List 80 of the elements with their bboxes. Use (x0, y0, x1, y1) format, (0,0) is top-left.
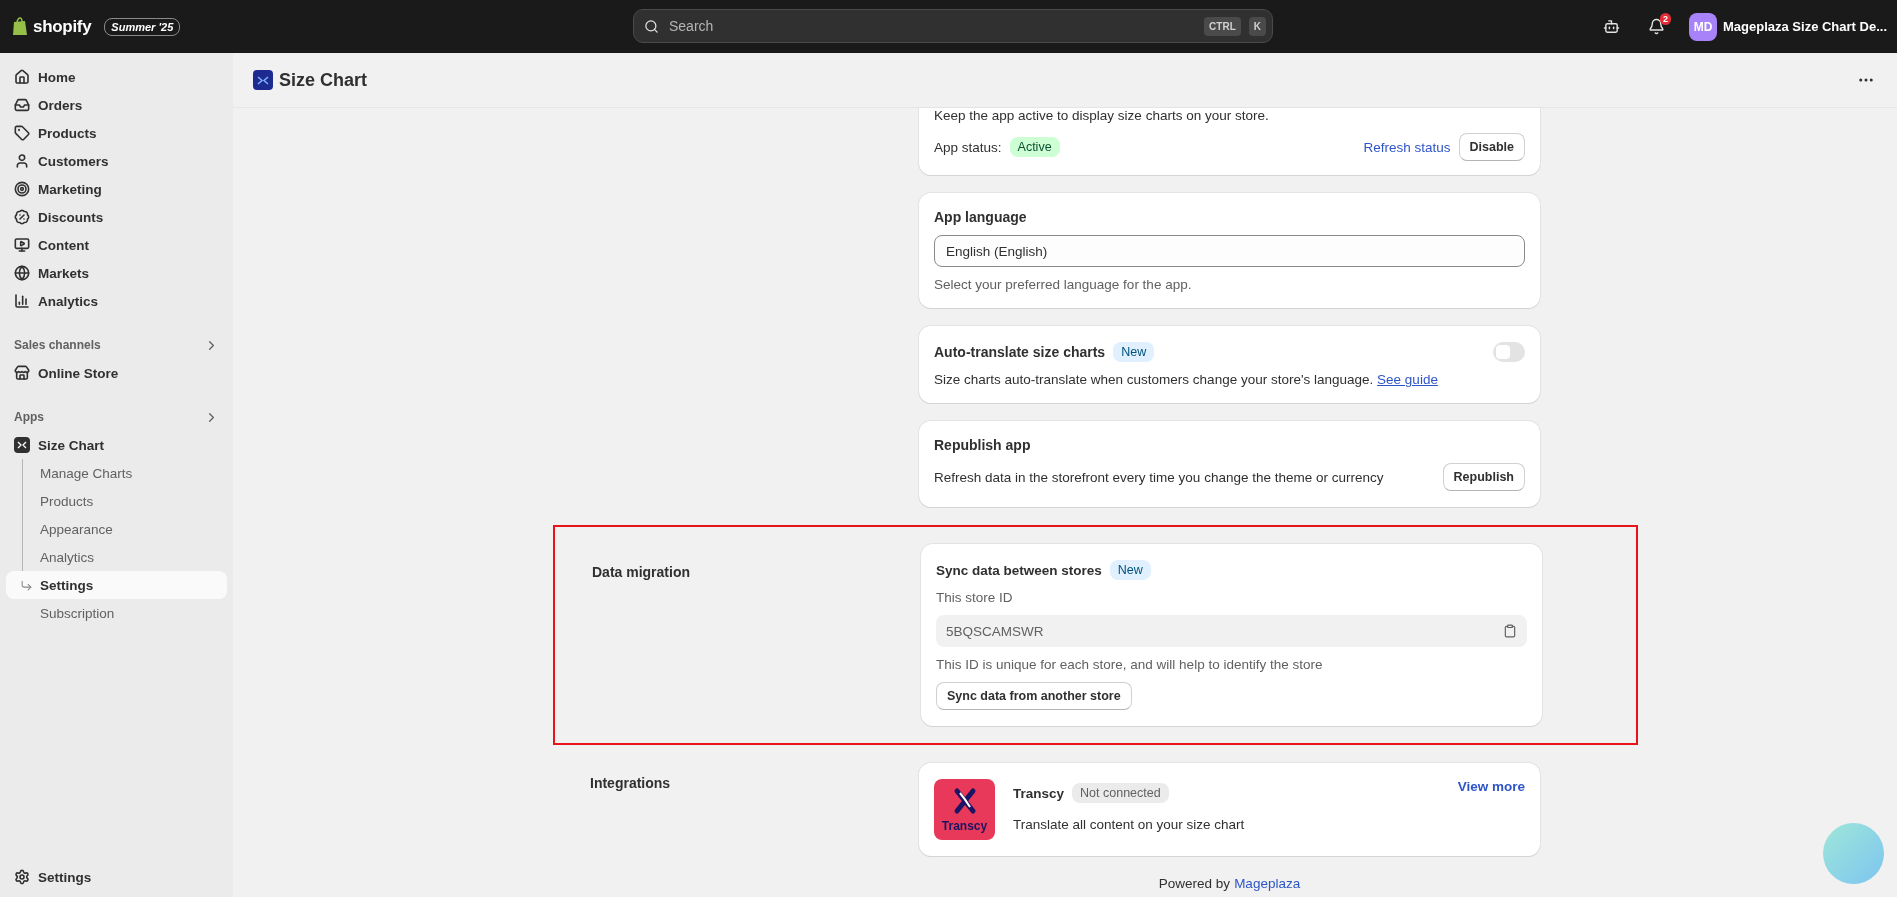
new-badge: New (1113, 342, 1155, 362)
nav-item[interactable]: Settings (6, 863, 227, 891)
nav-icon (14, 125, 30, 141)
status-badge: Not connected (1072, 783, 1169, 803)
new-badge: New (1109, 560, 1151, 580)
settings-icon (14, 869, 30, 885)
page-title: Size Chart (279, 69, 368, 91)
view-more-link[interactable]: View more (1457, 779, 1525, 794)
copy-icon[interactable] (1503, 624, 1517, 638)
store-id-field[interactable]: 5BQSCAMSWR (936, 615, 1527, 647)
nav-subitem[interactable]: Manage Charts (6, 459, 227, 487)
help-text: This ID is unique for each store, and will help to identify the store (936, 657, 1324, 672)
republish-button[interactable]: Republish (1442, 463, 1525, 491)
card-title: Auto-translate size charts (934, 344, 1106, 360)
help-text: Select your preferred language for the app. (934, 277, 1193, 292)
notification-count: 2 (1660, 13, 1671, 25)
nav-icon (14, 153, 30, 169)
card-title: App language (934, 209, 1028, 225)
account-button[interactable]: MD Mageplaza Size Chart De... (1689, 12, 1887, 41)
card-title: Republish app (934, 437, 1032, 453)
nav-item[interactable]: Customers (6, 147, 227, 175)
search-icon (644, 18, 659, 34)
see-guide-link[interactable]: See guide (1377, 372, 1438, 387)
nav-subitem[interactable]: Analytics (6, 543, 227, 571)
shortcut-key: CTRL (1204, 16, 1241, 36)
card-title: Sync data between stores (936, 562, 1102, 578)
branch-arrow-icon (20, 578, 33, 592)
nav-icon (14, 237, 30, 253)
nav-subitem[interactable]: Appearance (6, 515, 227, 543)
nav-icon (14, 97, 30, 113)
shortcut-key: K (1248, 16, 1266, 36)
nav-item[interactable]: Size Chart (6, 431, 227, 459)
app-icon (14, 437, 30, 453)
nav-item[interactable]: Discounts (6, 203, 227, 231)
store-icon (14, 365, 30, 381)
sync-button[interactable]: Sync data from another store (936, 682, 1132, 710)
nav-item[interactable]: Products (6, 119, 227, 147)
logo-text: Transcy (941, 818, 988, 833)
nav-item[interactable]: Markets (6, 259, 227, 287)
edition-badge: Summer '25 (104, 17, 181, 36)
nav-icon (14, 69, 30, 85)
nav-icon (14, 181, 30, 197)
disable-button[interactable]: Disable (1458, 133, 1525, 161)
field-label: This store ID (936, 590, 1014, 605)
nav-item[interactable]: Online Store (6, 359, 227, 387)
card-description: Refresh data in the storefront every time you change the theme or currency (934, 469, 1384, 485)
logo-text: shopify (33, 16, 92, 37)
refresh-status-link[interactable]: Refresh status (1363, 139, 1451, 155)
section-label: Apps (14, 410, 44, 424)
app-icon (253, 70, 273, 90)
nav-subitem[interactable]: Products (6, 487, 227, 515)
section-label: Sales channels (14, 338, 101, 352)
shopping-bag-icon (12, 17, 28, 36)
search-bar[interactable]: Search CTRL K (633, 9, 1273, 43)
integration-name: Transcy (1013, 785, 1065, 801)
nav-item[interactable]: Content (6, 231, 227, 259)
account-avatar: MD (1689, 12, 1717, 41)
nav-icon (14, 209, 30, 225)
search-field[interactable]: Search (667, 17, 1197, 35)
toggle-switch[interactable] (1493, 342, 1525, 362)
nav-icon (14, 265, 30, 281)
nav-item[interactable]: Orders (6, 91, 227, 119)
nav-icon (14, 293, 30, 309)
notifications-button[interactable]: 2 (1644, 14, 1669, 39)
footer-text: Powered by (1158, 876, 1231, 891)
language-select[interactable]: English (English) (934, 235, 1525, 267)
nav-subitem[interactable]: Settings (6, 571, 227, 599)
card-description: Keep the app active to display size charts on your store. (934, 108, 1270, 123)
section-label: Integrations (590, 775, 672, 791)
integration-description: Translate all content on your size chart (1013, 817, 1246, 832)
footer-link[interactable]: Mageplaza (1234, 876, 1301, 891)
card-description: Size charts auto-translate when customers change your store's language. See guide (934, 372, 1439, 387)
nav-item[interactable]: Analytics (6, 287, 227, 315)
section-label: Data migration (592, 564, 691, 580)
status-badge: Active (1009, 137, 1060, 157)
nav-subitem[interactable]: Subscription (6, 599, 227, 627)
nav-item[interactable]: Home (6, 63, 227, 91)
status-label: App status: (934, 139, 1002, 155)
nav-item[interactable]: Marketing (6, 175, 227, 203)
store-name: Mageplaza Size Chart De... (1723, 19, 1887, 34)
